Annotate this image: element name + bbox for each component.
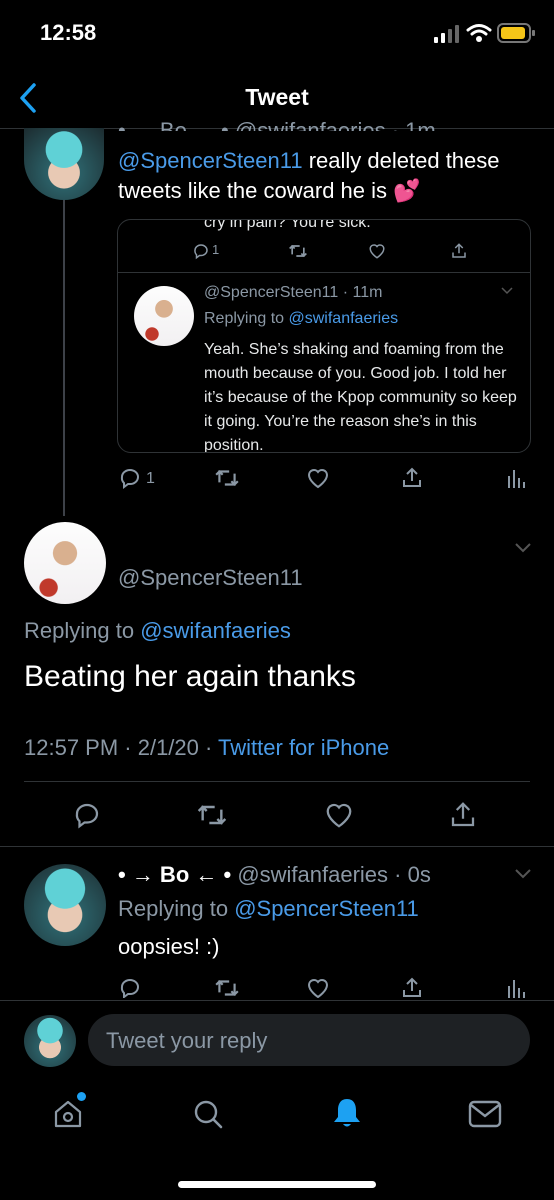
mention-link[interactable]: @SpencerSteen11 — [118, 148, 303, 173]
retweet-icon[interactable] — [288, 242, 308, 260]
like-icon[interactable] — [306, 466, 330, 490]
tweet-header-partial: • → Bo ← • @swifanfaeries · 1m — [118, 118, 436, 131]
reply-display-name[interactable]: • → Bo ← • — [118, 862, 231, 887]
tweet-action-bar — [72, 800, 492, 832]
retweet-icon[interactable] — [196, 800, 228, 830]
messages-icon[interactable] — [468, 1100, 502, 1128]
replying-to-link[interactable]: @SpencerSteen11 — [234, 896, 419, 921]
reply-icon[interactable] — [118, 466, 142, 490]
quoted-tweet-card[interactable]: cry in pain? You're sick. 1 @SpencerStee… — [117, 219, 531, 453]
divider — [0, 846, 554, 847]
tweet-source-link[interactable]: Twitter for iPhone — [218, 735, 389, 760]
reply-handle-time: @swifanfaeries · 0s — [237, 862, 431, 887]
thread-line — [63, 198, 65, 516]
avatar — [24, 1015, 76, 1067]
tweet-text: @SpencerSteen11 really deleted these twe… — [118, 148, 500, 203]
analytics-icon[interactable] — [506, 976, 526, 998]
divider — [24, 781, 530, 782]
replying-to-link[interactable]: @swifanfaeries — [289, 310, 399, 327]
reply-icon[interactable] — [72, 800, 102, 830]
avatar[interactable] — [24, 864, 106, 946]
like-icon[interactable] — [324, 800, 354, 830]
status-bar: 12:58 — [0, 0, 554, 60]
chevron-down-icon[interactable] — [500, 286, 514, 296]
share-icon[interactable] — [400, 466, 424, 490]
reply-input-placeholder: Tweet your reply — [106, 1028, 268, 1053]
quoted-handle-time: @SpencerSteen11 · 11m — [204, 284, 383, 301]
share-icon[interactable] — [450, 242, 468, 260]
tweet-action-bar: 1 — [118, 466, 538, 494]
wifi-icon — [466, 23, 492, 43]
tweet-text: Beating her again thanks — [24, 660, 356, 693]
reply-count: 1 — [146, 470, 155, 487]
signal-icon — [434, 25, 460, 43]
like-icon[interactable] — [368, 242, 386, 260]
replying-line: Replying to @SpencerSteen11 — [118, 896, 419, 921]
avatar[interactable] — [24, 522, 106, 604]
avatar[interactable] — [134, 286, 194, 346]
reply-icon[interactable] — [118, 976, 142, 998]
retweet-icon[interactable] — [214, 466, 240, 490]
tweet-action-bar — [118, 976, 538, 998]
reply-header: • → Bo ← • @swifanfaeries · 0s — [118, 862, 431, 888]
battery-icon — [497, 23, 535, 43]
page-title: Tweet — [245, 84, 309, 110]
quoted-action-bar: 1 — [192, 242, 492, 266]
notifications-icon[interactable] — [331, 1096, 363, 1130]
reply-input[interactable]: Tweet your reply — [88, 1014, 530, 1066]
quoted-replying-line: Replying to @swifanfaeries — [204, 310, 399, 327]
home-indicator — [178, 1181, 376, 1188]
home-notification-dot — [77, 1092, 86, 1101]
reply-icon[interactable] — [192, 242, 210, 260]
quoted-divider — [118, 272, 530, 273]
tab-bar — [0, 1080, 554, 1200]
tweet-text: oopsies! :) — [118, 934, 220, 959]
replying-line: Replying to @swifanfaeries — [24, 618, 291, 643]
home-icon[interactable] — [52, 1092, 86, 1130]
like-icon[interactable] — [306, 976, 330, 998]
reply-count: 1 — [212, 242, 220, 257]
replying-to-link[interactable]: @swifanfaeries — [140, 618, 291, 643]
share-icon[interactable] — [400, 976, 424, 998]
tweet-timestamp: 12:57 PM · 2/1/20 · Twitter for iPhone — [24, 735, 390, 760]
tweet-handle[interactable]: @SpencerSteen11 — [118, 565, 303, 591]
retweet-icon[interactable] — [214, 976, 240, 998]
chevron-down-icon[interactable] — [514, 542, 532, 554]
chevron-down-icon[interactable] — [514, 868, 532, 880]
status-time: 12:58 — [40, 20, 97, 45]
search-icon[interactable] — [192, 1098, 224, 1130]
avatar[interactable] — [24, 128, 104, 200]
analytics-icon[interactable] — [506, 466, 526, 490]
quoted-text-partial: cry in pain? You're sick. — [204, 219, 371, 231]
reply-composer-bar: Tweet your reply — [0, 1000, 554, 1081]
quoted-text: Yeah. She’s shaking and foaming from the… — [204, 341, 517, 453]
share-icon[interactable] — [448, 800, 478, 830]
